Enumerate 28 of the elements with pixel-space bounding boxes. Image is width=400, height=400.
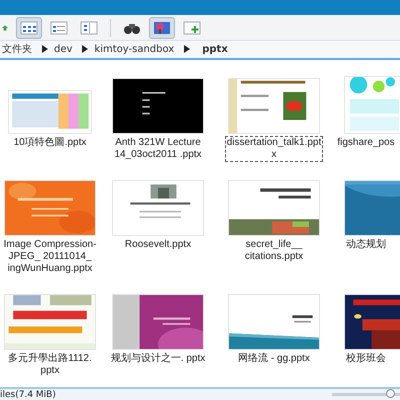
arrow-icon	[42, 45, 48, 53]
add-tab-icon	[183, 20, 201, 34]
file-name[interactable]: Roosevelt.pptx	[124, 238, 192, 252]
arrow-icon	[184, 45, 190, 53]
toolbar-button[interactable]	[149, 16, 175, 38]
breadcrumb-item[interactable]: pptx	[200, 44, 230, 54]
file-name[interactable]: 动态规划	[345, 238, 387, 252]
toolbar-button[interactable]	[16, 16, 42, 38]
file-name[interactable]: secret_life__ citations.pptx	[225, 238, 323, 264]
status-text: iles(7.4 MiB)	[0, 390, 56, 400]
file-name[interactable]: 多元升學出路1112. pptx	[1, 352, 99, 378]
image-icon	[153, 20, 171, 34]
breadcrumb-item[interactable]: 文件夹	[0, 42, 34, 56]
arrow-icon	[82, 45, 88, 53]
list-view-icon	[50, 20, 68, 34]
file-name[interactable]: 规划与设计之一. pptx	[110, 352, 206, 366]
file-name[interactable]: 10項特色圖.pptx	[12, 136, 88, 150]
file-name[interactable]: 校形班会	[345, 352, 387, 366]
file-name[interactable]: Image Compression-JPEG_ 20111014_ ingWunHuang.pptx	[1, 238, 99, 276]
breadcrumb-item[interactable]: kimtoy-sandbox	[92, 44, 176, 54]
slider-handle[interactable]	[386, 389, 395, 398]
tree-view-icon	[80, 20, 98, 34]
file-name[interactable]: Anth 321W Lecture 14_03oct2011 .pptx	[109, 136, 207, 162]
file-name[interactable]: 网络流 - gg.pptx	[237, 352, 311, 366]
grid-view-icon	[20, 20, 38, 34]
breadcrumb-item[interactable]: dev	[52, 44, 74, 54]
file-name[interactable]: figshare_pos	[336, 136, 396, 150]
file-name[interactable]: dissertation_talk1.pptx	[225, 136, 323, 162]
